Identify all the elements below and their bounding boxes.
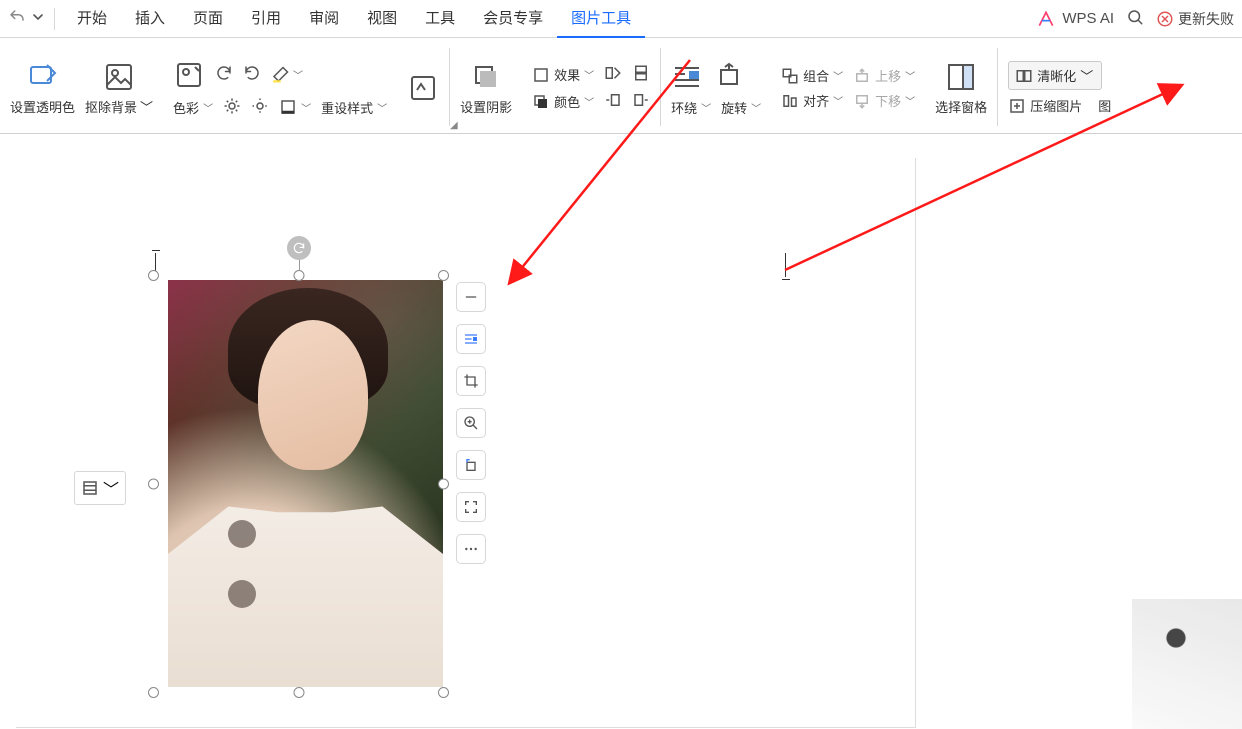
set-transparent-color-label: 设置透明色 xyxy=(10,97,75,116)
brightness-icon[interactable] xyxy=(223,97,241,118)
remove-button[interactable] xyxy=(456,282,486,312)
update-failed[interactable]: 更新失败 xyxy=(1156,9,1234,29)
tab-page[interactable]: 页面 xyxy=(179,0,237,38)
rotate-label: 旋转 xyxy=(721,98,747,117)
search-icon[interactable] xyxy=(1126,8,1144,30)
tab-insert[interactable]: 插入 xyxy=(121,0,179,38)
color-adjust-button[interactable] xyxy=(173,59,205,91)
highlighter-button[interactable]: ﹀ xyxy=(271,66,303,84)
set-transparent-color-button[interactable]: 设置透明色 xyxy=(10,61,75,116)
more-button[interactable] xyxy=(456,534,486,564)
resize-handle-ml[interactable] xyxy=(148,479,159,490)
chevron-down-icon: ﹀ xyxy=(377,100,387,115)
reset-style-label: 重设样式 xyxy=(321,98,373,117)
image-options-left-button[interactable]: ﹀ xyxy=(74,471,126,505)
dialog-launcher-icon[interactable]: ◢ xyxy=(450,120,458,131)
rotate-big-button[interactable] xyxy=(713,60,745,92)
chevron-down-icon: ﹀ xyxy=(301,100,311,115)
resize-handle-br[interactable] xyxy=(438,687,449,698)
tab-vip[interactable]: 会员专享 xyxy=(469,0,557,38)
chevron-down-icon: ﹀ xyxy=(203,100,213,115)
tab-view[interactable]: 视图 xyxy=(353,0,411,38)
tab-picture-tools[interactable]: 图片工具 xyxy=(557,0,645,38)
resize-handle-tr[interactable] xyxy=(438,270,449,281)
resize-handle-mr[interactable] xyxy=(438,479,449,490)
set-shadow-button[interactable]: 设置阴影 xyxy=(460,61,512,116)
tab-start[interactable]: 开始 xyxy=(63,0,121,38)
annotation-arrow-1 xyxy=(510,60,710,285)
border-color-button[interactable]: ﹀ xyxy=(279,98,311,116)
color-label: 色彩 xyxy=(173,98,199,117)
resize-handle-bl[interactable] xyxy=(148,687,159,698)
photo-content xyxy=(168,280,443,687)
update-failed-label: 更新失败 xyxy=(1178,9,1234,29)
undo-icon[interactable] xyxy=(8,8,26,30)
tab-tools[interactable]: 工具 xyxy=(411,0,469,38)
color-button[interactable]: 色彩 ﹀ xyxy=(173,98,213,117)
resize-handle-tl[interactable] xyxy=(148,270,159,281)
contrast-icon[interactable] xyxy=(251,97,269,118)
reset-style-button[interactable]: 重设样式 ﹀ xyxy=(321,98,387,117)
annotation-arrow-2 xyxy=(780,80,1200,285)
set-shadow-label: 设置阴影 xyxy=(460,97,512,116)
chevron-down-icon: ﹀ xyxy=(140,97,153,116)
undo-dropdown-icon[interactable] xyxy=(32,10,44,27)
wps-ai-button[interactable]: WPS AI xyxy=(1036,9,1114,29)
resize-handle-bm[interactable] xyxy=(293,687,304,698)
chevron-down-icon: ﹀ xyxy=(751,100,761,115)
wrap-text-button[interactable] xyxy=(456,324,486,354)
rotate-ccw-button[interactable] xyxy=(456,450,486,480)
rotation-handle[interactable] xyxy=(287,236,311,260)
image-floating-toolbar xyxy=(456,282,486,564)
picture-effect-button[interactable] xyxy=(407,72,439,104)
rotate-ccw-small-icon[interactable] xyxy=(243,64,261,85)
remove-background-label: 抠除背景 xyxy=(85,97,137,116)
rotate-button[interactable]: 旋转 ﹀ xyxy=(721,98,761,117)
chevron-down-icon: ﹀ xyxy=(103,476,119,500)
tab-review[interactable]: 审阅 xyxy=(295,0,353,38)
selected-image[interactable] xyxy=(154,276,443,692)
menu-tabs: 开始 插入 页面 引用 审阅 视图 工具 会员专享 图片工具 WPS AI 更新… xyxy=(0,0,1242,38)
tab-ref[interactable]: 引用 xyxy=(237,0,295,38)
secondary-image xyxy=(1132,599,1242,729)
chevron-down-icon: ﹀ xyxy=(293,67,303,82)
resize-handle-tm[interactable] xyxy=(293,270,304,281)
crop-button[interactable] xyxy=(456,366,486,396)
fullscreen-button[interactable] xyxy=(456,492,486,522)
zoom-button[interactable] xyxy=(456,408,486,438)
rotate-cw-small-icon[interactable] xyxy=(215,64,233,85)
wps-ai-label: WPS AI xyxy=(1062,10,1114,27)
remove-background-button[interactable]: 抠除背景 ﹀ xyxy=(85,61,153,116)
